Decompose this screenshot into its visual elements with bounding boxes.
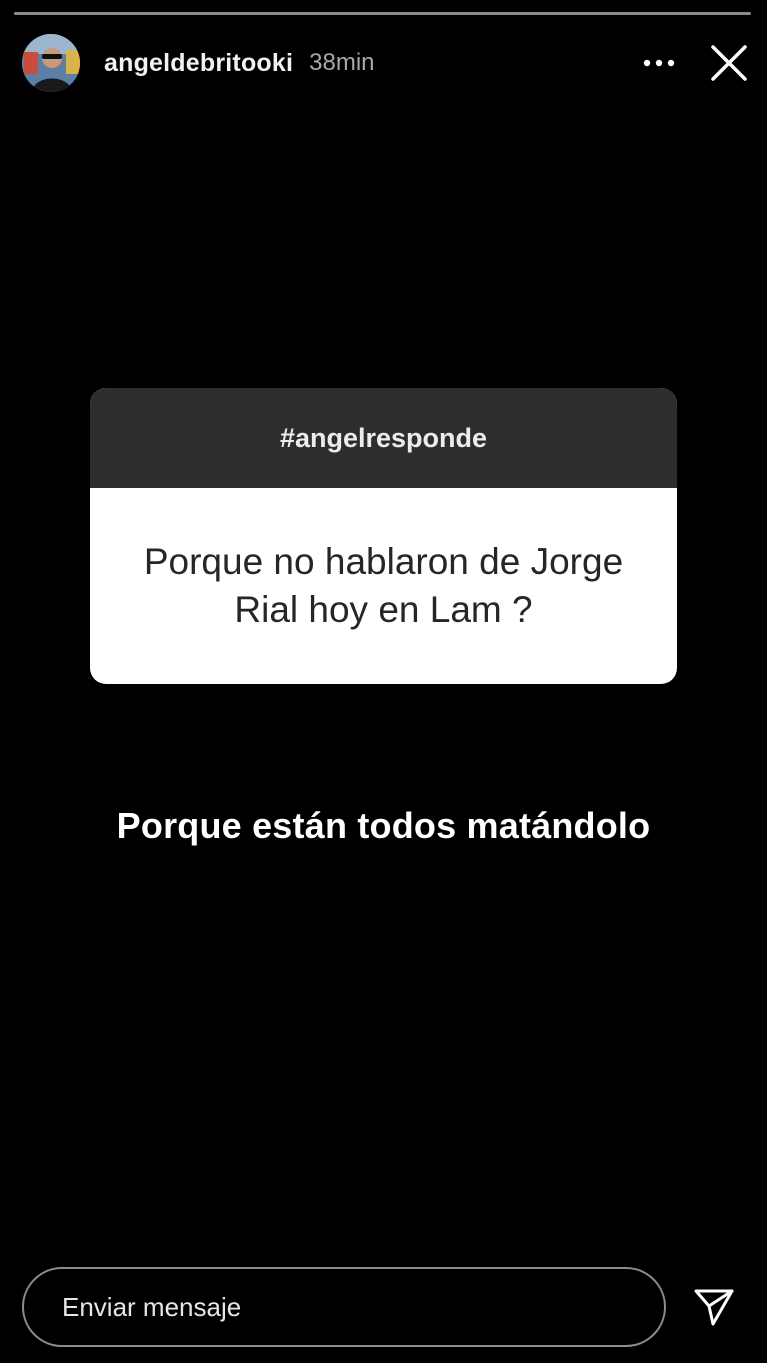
avatar-image [22,34,80,92]
send-message-input[interactable]: Enviar mensaje [22,1267,666,1347]
progress-segment [14,12,751,15]
story-header: angeldebritooki 38min [22,34,751,92]
timestamp: 38min [309,49,375,76]
question-sticker-header: #angelresponde [90,388,677,488]
avatar[interactable] [22,34,80,92]
close-button[interactable] [707,41,751,85]
close-icon [711,45,747,81]
more-options-button[interactable] [637,41,681,85]
more-options-icon [643,59,675,67]
question-text: Porque no hablaron de Jorge Rial hoy en … [143,541,624,630]
question-sticker: #angelresponde Porque no hablaron de Jor… [90,388,677,684]
answer-text: Porque están todos matándolo [116,805,651,846]
send-icon [694,1289,734,1326]
message-placeholder: Enviar mensaje [62,1291,242,1322]
username[interactable]: angeldebritooki [104,49,293,78]
story-progress-bar [14,12,751,16]
send-button[interactable] [690,1283,738,1331]
